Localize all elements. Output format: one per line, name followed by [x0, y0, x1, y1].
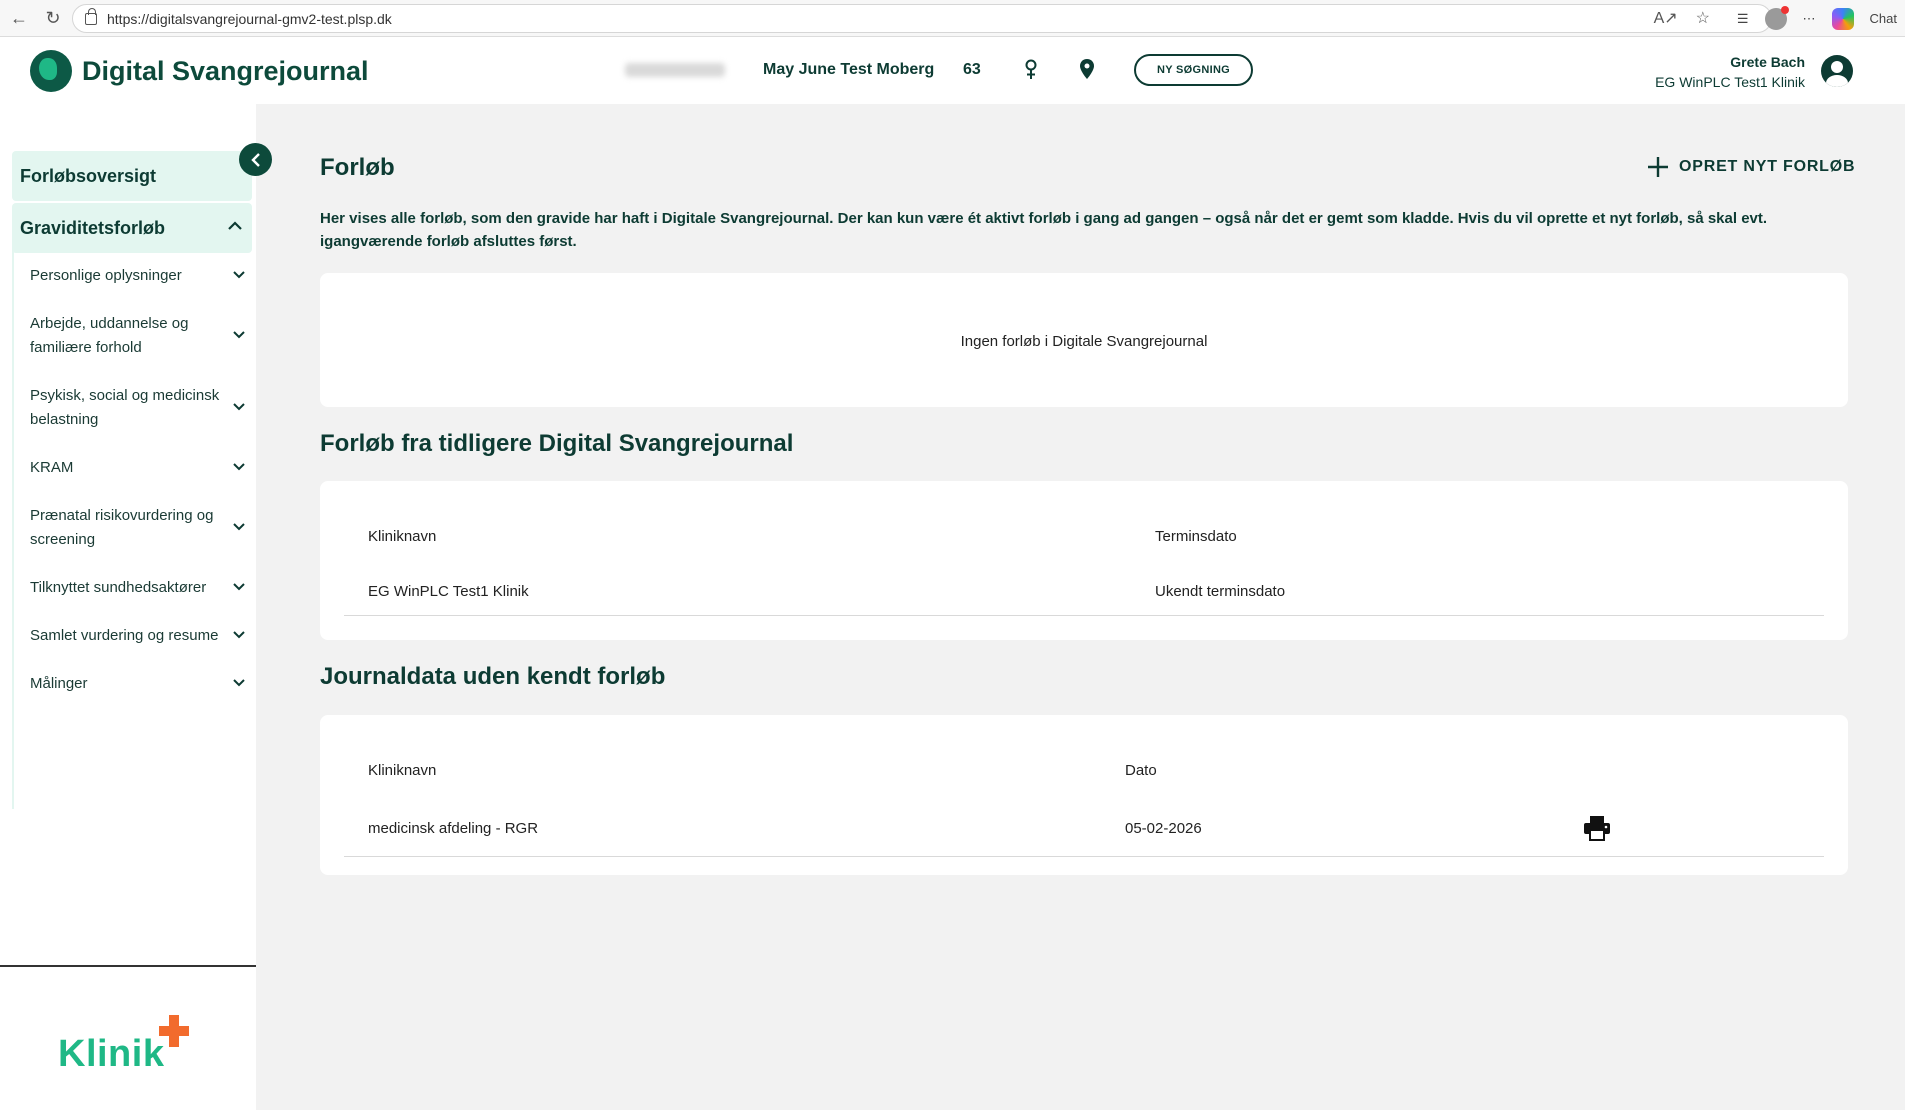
url-text: https://digitalsvangrejournal-gmv2-test.… — [107, 10, 392, 27]
patient-name: May June Test Moberg — [763, 61, 935, 78]
main-content: Forløb OPRET NYT FORLØB Her vises alle f… — [256, 104, 1905, 1110]
chevron-up-icon — [228, 221, 242, 230]
cell-kliniknavn: medicinsk afdeling - RGR — [368, 820, 539, 837]
cell-kliniknavn: EG WinPLC Test1 Klinik — [368, 583, 529, 600]
sidebar-item-label: Prænatal risikovurdering og screening — [30, 507, 214, 548]
column-header-kliniknavn: Kliniknavn — [368, 762, 437, 779]
row-divider — [344, 615, 1824, 616]
print-icon[interactable] — [1583, 815, 1611, 841]
cell-terminsdato: Ukendt terminsdato — [1155, 583, 1286, 600]
intro-text: Her vises alle forløb, som den gravide h… — [320, 210, 1768, 250]
sidebar-item-label: Personlige oplysninger — [30, 267, 182, 284]
sidebar-item-label: Samlet vurdering og resume — [30, 627, 219, 644]
more-icon[interactable]: ⋯ — [1803, 11, 1816, 27]
column-header-terminsdato: Terminsdato — [1155, 528, 1237, 545]
profile-icon[interactable] — [1764, 5, 1789, 30]
sidebar-item-maalinger[interactable]: Målinger — [30, 672, 245, 696]
user-name: Grete Bach — [1730, 54, 1805, 70]
chevron-down-icon — [233, 331, 245, 339]
sidebar-item-label: Tilknyttet sundhedsaktører — [30, 579, 207, 596]
sidebar-group-border — [12, 249, 14, 809]
column-header-dato: Dato — [1125, 762, 1157, 779]
plus-icon — [1648, 157, 1668, 177]
app-title: Digital Svangrejournal — [82, 55, 369, 86]
sidebar-item-label: Forløbsoversigt — [20, 165, 157, 186]
female-icon — [1025, 59, 1037, 79]
sidebar-item-psykisk[interactable]: Psykisk, social og medicinsk belastning — [30, 384, 245, 432]
location-pin-icon[interactable] — [1080, 59, 1094, 79]
column-header-kliniknavn: Kliniknavn — [368, 528, 437, 545]
favorite-star-icon[interactable]: ☆ — [1696, 8, 1710, 28]
chevron-down-icon — [233, 403, 245, 411]
copilot-icon[interactable] — [1831, 7, 1854, 30]
read-aloud-icon[interactable]: A↗ — [1654, 8, 1678, 28]
sidebar: Forløbsoversigt Graviditetsforløb Person… — [0, 104, 256, 1110]
chevron-down-icon — [233, 463, 245, 471]
sidebar-item-label: Målinger — [30, 675, 88, 692]
chevron-left-icon — [250, 152, 260, 167]
user-avatar-icon[interactable] — [1821, 55, 1853, 87]
sidebar-item-label: Arbejde, uddannelse og familiære forhold — [30, 315, 189, 356]
chevron-down-icon — [233, 523, 245, 531]
chevron-down-icon — [233, 679, 245, 687]
klinik-logo: Klinik — [58, 1015, 198, 1075]
lock-icon — [85, 7, 97, 25]
previous-section-title: Forløb fra tidligere Digital Svangrejour… — [320, 430, 794, 457]
logo-icon — [30, 50, 72, 92]
create-new-forloeb-button[interactable]: OPRET NYT FORLØB — [1647, 156, 1855, 178]
unknown-section-title: Journaldata uden kendt forløb — [320, 663, 666, 690]
back-icon[interactable]: ← — [4, 3, 34, 33]
address-bar[interactable]: https://digitalsvangrejournal-gmv2-test.… — [72, 4, 1772, 33]
collapse-sidebar-button[interactable] — [239, 143, 272, 176]
page-title: Forløb — [320, 154, 395, 181]
app-logo[interactable]: Digital Svangrejournal — [30, 50, 369, 92]
user-clinic: EG WinPLC Test1 Klinik — [1655, 74, 1805, 90]
empty-state-text: Ingen forløb i Digitale Svangrejournal — [960, 333, 1208, 350]
journal-data-table: Kliniknavn Dato medicinsk afdeling - RGR… — [320, 715, 1848, 875]
sidebar-item-praenatal[interactable]: Prænatal risikovurdering og screening — [30, 504, 245, 552]
patient-cpr-blurred — [625, 63, 725, 77]
sidebar-item-kram[interactable]: KRAM — [30, 456, 245, 480]
reload-icon[interactable]: ↻ — [38, 3, 68, 33]
sidebar-divider — [0, 965, 256, 967]
chevron-down-icon — [233, 271, 245, 279]
chevron-down-icon — [233, 583, 245, 591]
sidebar-item-label: KRAM — [30, 459, 74, 476]
sidebar-item-label: Psykisk, social og medicinsk belastning — [30, 387, 220, 428]
sidebar-item-forloebsoversigt[interactable]: Forløbsoversigt — [12, 151, 252, 201]
sidebar-item-tilknyttet[interactable]: Tilknyttet sundhedsaktører — [30, 576, 245, 600]
new-search-button[interactable]: NY SØGNING — [1134, 54, 1253, 86]
active-forloeb-card: Ingen forløb i Digitale Svangrejournal — [320, 273, 1848, 407]
cell-dato: 05-02-2026 — [1125, 820, 1202, 837]
sidebar-item-graviditetsforloeb[interactable]: Graviditetsforløb — [12, 203, 252, 253]
klinik-logo-text: Klinik — [58, 1033, 165, 1075]
previous-forloeb-table: Kliniknavn Terminsdato EG WinPLC Test1 K… — [320, 481, 1848, 640]
sidebar-item-arbejde[interactable]: Arbejde, uddannelse og familiære forhold — [30, 312, 245, 360]
sidebar-item-samlet-vurdering[interactable]: Samlet vurdering og resume — [30, 624, 245, 648]
sidebar-item-label: Graviditetsforløb — [20, 217, 166, 238]
user-info: Grete Bach EG WinPLC Test1 Klinik — [1655, 52, 1805, 92]
favorites-icon[interactable]: ☰ — [1737, 11, 1749, 27]
create-button-label: OPRET NYT FORLØB — [1679, 158, 1856, 175]
patient-age: 63 — [963, 61, 981, 78]
row-divider — [344, 856, 1824, 857]
chat-label[interactable]: Chat — [1870, 11, 1897, 26]
app-header: Digital Svangrejournal May June Test Mob… — [0, 37, 1905, 104]
chevron-down-icon — [233, 631, 245, 639]
sidebar-item-personlige-oplysninger[interactable]: Personlige oplysninger — [30, 264, 245, 288]
browser-toolbar: ← ↻ https://digitalsvangrejournal-gmv2-t… — [0, 0, 1905, 37]
